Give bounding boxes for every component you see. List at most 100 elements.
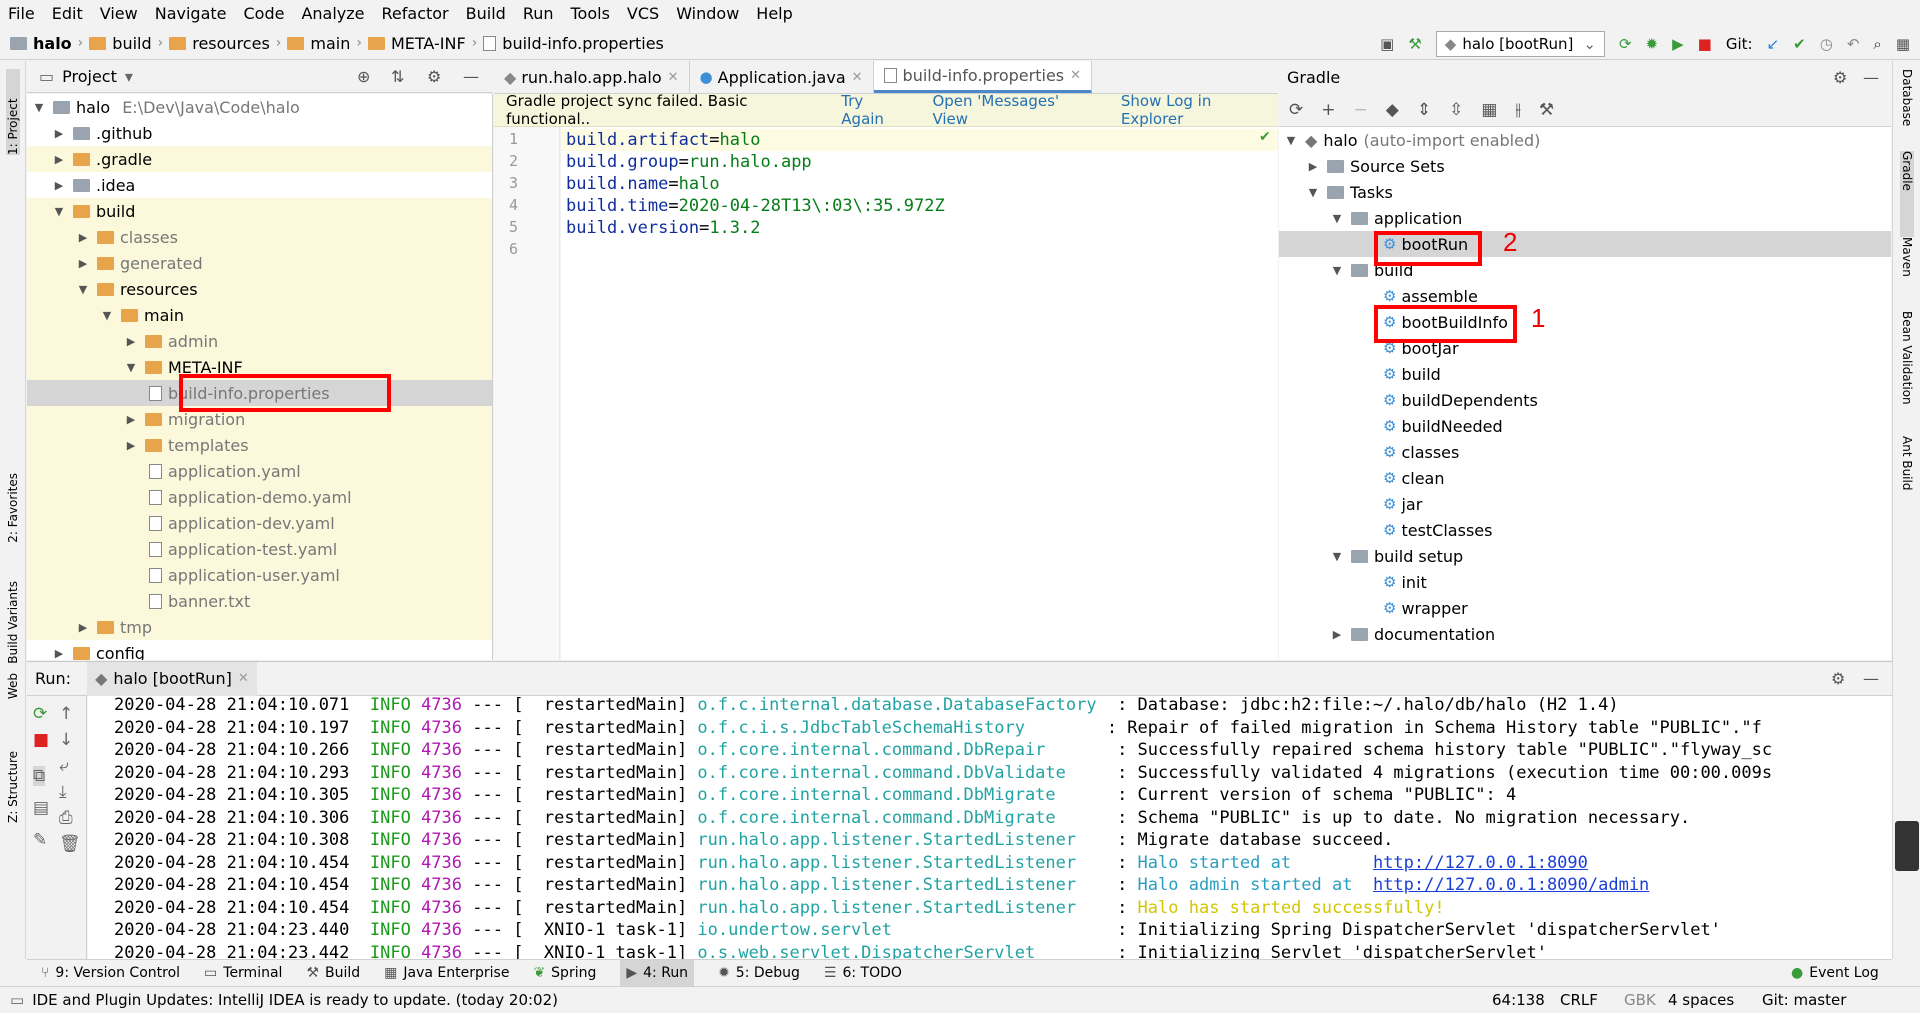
web-tool-tab[interactable]: Web — [6, 673, 20, 699]
tree-item-gradle[interactable]: ▶ .gradle — [27, 146, 492, 172]
tree-item-application-user-yaml[interactable]: application-user.yaml — [27, 562, 492, 588]
gear-icon[interactable]: ⚙ — [427, 67, 441, 86]
project-tool-tab[interactable]: 1: Project — [6, 69, 20, 155]
show-log-link[interactable]: Show Log in Explorer — [1121, 92, 1278, 128]
close-icon[interactable]: ✕ — [668, 70, 679, 85]
run-tab[interactable]: ◆ halo [bootRun] ✕ — [87, 661, 257, 696]
maven-tool-tab[interactable]: Maven — [1900, 237, 1914, 277]
tree-item-application-dev-yaml[interactable]: application-dev.yaml — [27, 510, 492, 536]
gradle-source-sets[interactable]: ▶ Source Sets — [1279, 153, 1891, 179]
tree-item-main[interactable]: ▼ main — [27, 302, 492, 328]
toggle-offline-icon[interactable]: ⫲ — [1515, 100, 1521, 120]
indent-setting[interactable]: 4 spaces — [1668, 991, 1734, 1009]
tab-run-halo-app-halo[interactable]: ◆ run.halo.app.halo ✕ — [494, 61, 690, 93]
build-hammer-icon[interactable]: ⚒ — [1408, 35, 1421, 53]
breadcrumb-item[interactable]: build-info.properties — [483, 34, 664, 53]
tab-todo[interactable]: ☰ 6: TODO — [824, 965, 902, 981]
gradle-task-bootjar[interactable]: ⚙ bootJar — [1279, 335, 1891, 361]
gradle-task-assemble[interactable]: ⚙ assemble — [1279, 283, 1891, 309]
menu-file[interactable]: File — [8, 4, 35, 23]
gear-icon[interactable]: ⚙ — [1833, 68, 1847, 87]
tab-spring[interactable]: ❦ Spring — [533, 965, 596, 981]
tree-item-resources[interactable]: ▼ resources — [27, 276, 492, 302]
log-link[interactable]: http://127.0.0.1:8090 — [1373, 853, 1588, 873]
tab-java-enterprise[interactable]: ▦ Java Enterprise — [384, 965, 509, 981]
database-tool-tab[interactable]: Database — [1900, 69, 1914, 126]
tree-item-github[interactable]: ▶ .github — [27, 120, 492, 146]
add-icon[interactable]: + — [1321, 100, 1335, 120]
tree-item-application-test-yaml[interactable]: application-test.yaml — [27, 536, 492, 562]
print-icon[interactable]: ⎙ — [59, 808, 73, 828]
status-message-icon[interactable]: ▭ — [10, 991, 24, 1009]
tab-event-log[interactable]: ● Event Log — [1791, 965, 1879, 981]
collapse-all-icon[interactable]: ⇅ — [391, 67, 404, 86]
file-encoding[interactable]: GBK — [1624, 991, 1656, 1009]
tab-debug[interactable]: ✹ 5: Debug — [718, 965, 800, 981]
down-arrow-icon[interactable]: ↓ — [59, 730, 73, 750]
rerun-icon[interactable]: ⟳ — [33, 704, 47, 724]
menu-view[interactable]: View — [100, 4, 138, 23]
run-configuration-select[interactable]: ◆ halo [bootRun] ⌄ — [1435, 31, 1605, 57]
refresh-icon[interactable]: ⟳ — [1289, 100, 1303, 120]
gradle-group-build[interactable]: ▼ build — [1279, 257, 1891, 283]
tree-item-build[interactable]: ▼ build — [27, 198, 492, 224]
rerun-icon[interactable]: ⟳ — [1619, 35, 1632, 53]
locate-icon[interactable]: ⊕ — [357, 67, 370, 86]
gradle-group-documentation[interactable]: ▶ documentation — [1279, 621, 1891, 647]
run-with-coverage-icon[interactable]: ▶ — [1672, 35, 1684, 53]
ant-build-tool-tab[interactable]: Ant Build — [1900, 436, 1914, 490]
code-editor[interactable]: build.artifact=halo build.group=run.halo… — [561, 127, 1278, 660]
git-branch[interactable]: Git: master — [1762, 991, 1846, 1009]
tree-item-banner-txt[interactable]: banner.txt — [27, 588, 492, 614]
gradle-task-clean[interactable]: ⚙ clean — [1279, 465, 1891, 491]
line-separator[interactable]: CRLF — [1560, 991, 1598, 1009]
tree-item-tmp[interactable]: ▶ tmp — [27, 614, 492, 640]
tab-build[interactable]: ⚒ Build — [306, 965, 360, 981]
tree-item-application-yaml[interactable]: application.yaml — [27, 458, 492, 484]
git-update-icon[interactable]: ↙ — [1767, 35, 1780, 53]
gradle-group-application[interactable]: ▼ application — [1279, 205, 1891, 231]
tree-item-halo[interactable]: ▼ halo E:\Dev\Java\Code\halo — [27, 94, 492, 120]
menu-code[interactable]: Code — [244, 4, 285, 23]
group-modules-icon[interactable]: ▦ — [1481, 100, 1497, 120]
pin-icon[interactable]: ✎ — [33, 830, 47, 850]
layout-icon[interactable]: ▦ — [1896, 35, 1910, 53]
notification-widget[interactable] — [1895, 821, 1919, 871]
gradle-task-buildneeded[interactable]: ⚙ buildNeeded — [1279, 413, 1891, 439]
wrench-icon[interactable]: ⚒ — [1539, 100, 1554, 120]
collapse-all-icon[interactable]: ⇳ — [1449, 100, 1463, 120]
scroll-to-end-icon[interactable]: ⤓ — [59, 782, 67, 802]
tab-terminal[interactable]: ▭ Terminal — [204, 965, 282, 981]
run-console[interactable]: 2020-04-28 21:04:10.071 INFO 4736 --- [ … — [88, 696, 1892, 959]
stop-icon[interactable]: ■ — [33, 730, 49, 750]
gradle-group-build-setup[interactable]: ▼ build setup — [1279, 543, 1891, 569]
select-file-icon[interactable]: ▣ — [1380, 35, 1394, 53]
menu-help[interactable]: Help — [756, 4, 792, 23]
breadcrumb-item[interactable]: halo › — [10, 34, 83, 53]
close-icon[interactable]: ✕ — [852, 70, 863, 85]
tree-item-build-info-properties[interactable]: build-info.properties — [27, 380, 492, 406]
execute-task-icon[interactable]: ◆ — [1386, 100, 1399, 120]
tab-build-info-properties[interactable]: build-info.properties ✕ — [873, 61, 1093, 93]
menu-build[interactable]: Build — [466, 4, 506, 23]
breadcrumb-item[interactable]: resources › — [169, 34, 281, 53]
breadcrumb-item[interactable]: META-INF › — [367, 34, 477, 53]
stop-icon[interactable]: ■ — [1698, 35, 1712, 53]
tree-item-application-demo-yaml[interactable]: application-demo.yaml — [27, 484, 492, 510]
breadcrumb-item[interactable]: build › — [89, 34, 163, 53]
bean-validation-tool-tab[interactable]: Bean Validation — [1900, 311, 1914, 405]
debug-bug-icon[interactable]: ✹ — [1646, 35, 1659, 53]
structure-tool-tab[interactable]: Z: Structure — [6, 751, 20, 823]
gradle-task-testclasses[interactable]: ⚙ testClasses — [1279, 517, 1891, 543]
gear-icon[interactable]: ⚙ — [1831, 669, 1845, 688]
status-message[interactable]: IDE and Plugin Updates: IntelliJ IDEA is… — [32, 991, 558, 1009]
git-commit-icon[interactable]: ✔ — [1793, 35, 1806, 53]
gradle-task-jar[interactable]: ⚙ jar — [1279, 491, 1891, 517]
minimize-icon[interactable]: — — [1863, 669, 1879, 688]
gradle-root[interactable]: ▼ ◆ halo (auto-import enabled) — [1279, 127, 1891, 153]
gradle-tool-tab[interactable]: Gradle — [1900, 151, 1914, 237]
gradle-task-bootrun[interactable]: ⚙ bootRun — [1279, 231, 1891, 257]
tree-item-classes[interactable]: ▶ classes — [27, 224, 492, 250]
menu-analyze[interactable]: Analyze — [301, 4, 364, 23]
close-icon[interactable]: ✕ — [1070, 68, 1081, 83]
